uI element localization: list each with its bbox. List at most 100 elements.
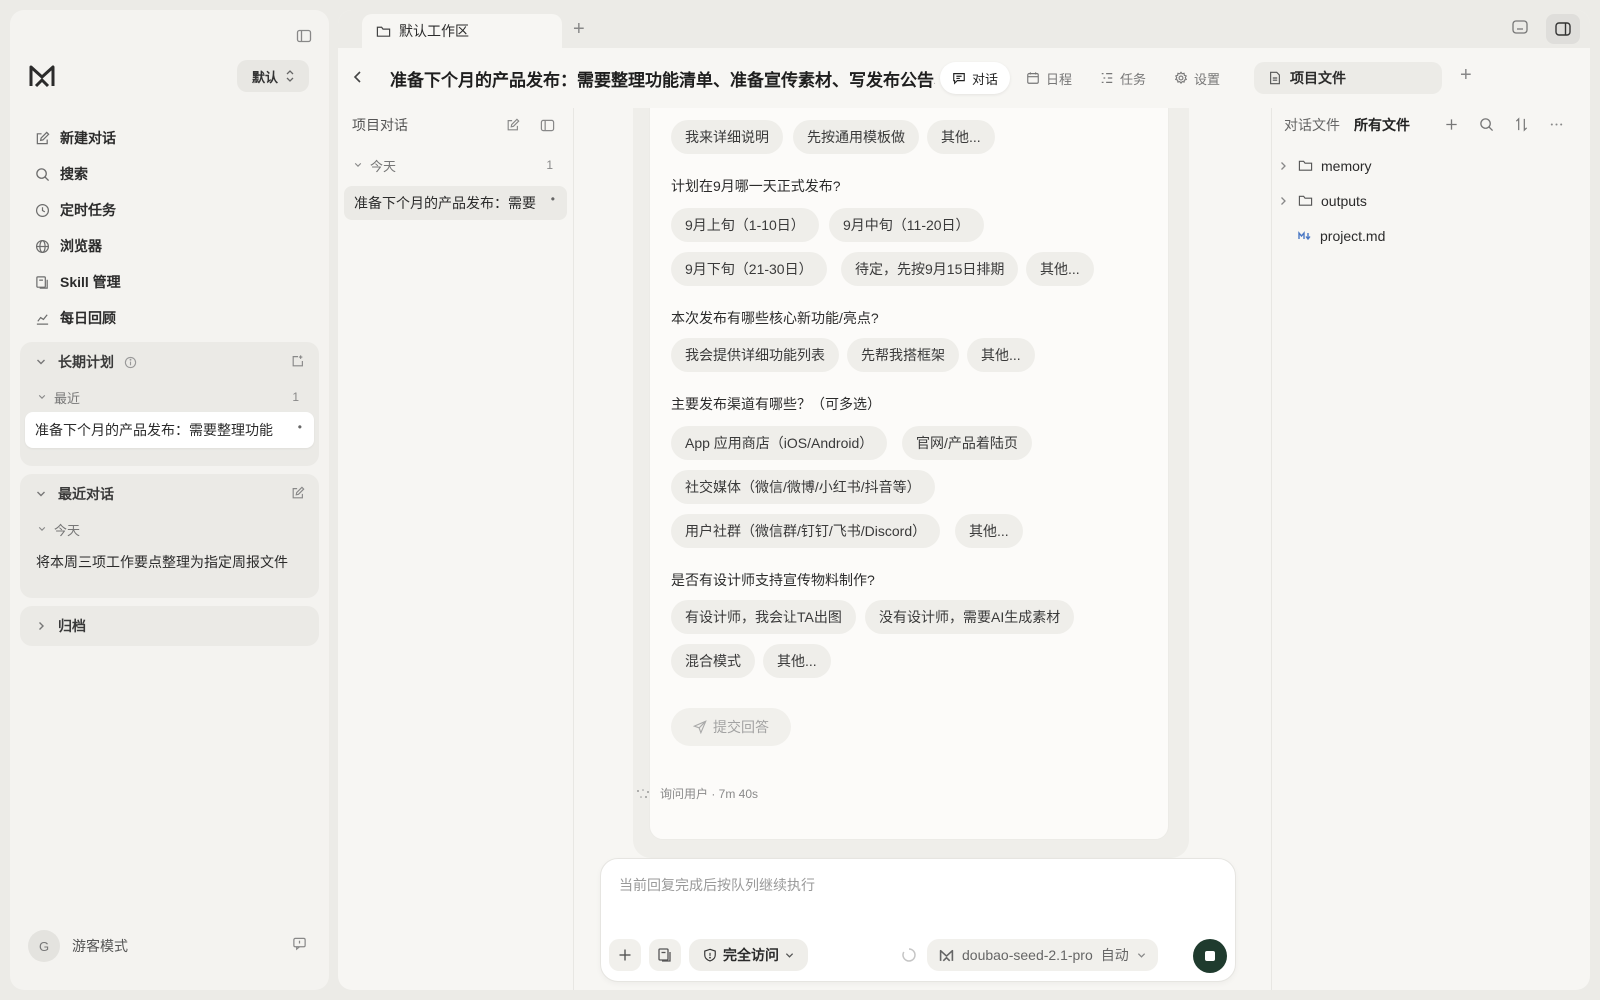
- new-chat-icon[interactable]: [506, 118, 520, 132]
- guest-mode[interactable]: G 游客模式: [28, 930, 128, 962]
- option-chip[interactable]: 先按通用模板做: [793, 120, 919, 154]
- minimize-window-icon[interactable]: [1511, 18, 1529, 36]
- new-plan-icon[interactable]: [291, 354, 305, 368]
- project-files-panel: 对话文件 所有文件 memory outputs project.md: [1271, 108, 1590, 990]
- add-tab-button[interactable]: +: [573, 18, 585, 41]
- tab-chat[interactable]: 对话: [940, 62, 1011, 94]
- tree-folder-memory[interactable]: memory: [1278, 148, 1385, 183]
- workspace-select[interactable]: 默认: [237, 60, 309, 92]
- add-file-icon[interactable]: [1444, 117, 1459, 132]
- nav-scheduled-tasks[interactable]: 定时任务: [24, 192, 314, 228]
- tab-calendar[interactable]: 日程: [1014, 62, 1084, 94]
- tree-folder-outputs[interactable]: outputs: [1278, 183, 1385, 218]
- option-chip[interactable]: 待定，先按9月15日排期: [841, 252, 1019, 286]
- archive-section[interactable]: 归档: [20, 606, 319, 646]
- tab-bar: 默认工作区 +: [338, 10, 1590, 48]
- feedback-icon[interactable]: [292, 936, 307, 951]
- view-tabs: 对话 日程 任务 设置: [940, 60, 1232, 96]
- access-mode-select[interactable]: 完全访问: [689, 939, 808, 971]
- option-chip[interactable]: 混合模式: [671, 644, 755, 678]
- option-chip[interactable]: 我来详细说明: [671, 120, 783, 154]
- skill-button[interactable]: [649, 939, 681, 971]
- app-logo-icon: [28, 62, 58, 92]
- long-term-plan-section: 长期计划 最近 1 准备下个月的产品发布：需要整理功能 •: [20, 342, 319, 466]
- sort-icon[interactable]: [1514, 117, 1529, 132]
- option-chip[interactable]: 我会提供详细功能列表: [671, 338, 839, 372]
- folder-name: outputs: [1321, 192, 1367, 209]
- nav-browser[interactable]: 浏览器: [24, 228, 314, 264]
- section-title: 最近对话: [58, 486, 114, 502]
- option-chip[interactable]: 先帮我搭框架: [847, 338, 959, 372]
- tree-file-project-md[interactable]: project.md: [1278, 218, 1385, 253]
- add-panel-button[interactable]: +: [1460, 64, 1472, 87]
- option-chip[interactable]: 9月中旬（11-20日）: [829, 208, 984, 242]
- recent-conversation-item[interactable]: 将本周三项工作要点整理为指定周报文件: [20, 544, 319, 580]
- today-subheader[interactable]: 今天: [20, 514, 319, 544]
- more-icon[interactable]: [1549, 117, 1564, 132]
- file-icon: [1268, 71, 1282, 85]
- nav-new-chat[interactable]: 新建对话: [24, 120, 314, 156]
- recent-subheader[interactable]: 最近 1: [20, 382, 319, 412]
- section-title: 归档: [58, 618, 86, 634]
- chat-area: 我来详细说明 先按通用模板做 其他... 计划在9月哪一天正式发布? 9月上旬（…: [574, 108, 1246, 990]
- option-chip[interactable]: 其他...: [927, 120, 995, 154]
- tab-workspace[interactable]: 默认工作区: [362, 14, 562, 48]
- add-attachment-button[interactable]: [609, 939, 641, 971]
- tab-all-files[interactable]: 所有文件: [1354, 115, 1410, 135]
- option-chip[interactable]: 用户社群（微信群/钉钉/飞书/Discord）: [671, 514, 941, 548]
- tab-label: 对话: [972, 71, 999, 87]
- question-channels: 主要发布渠道有哪些？（可多选）: [671, 396, 881, 412]
- send-icon: [693, 720, 707, 734]
- sparkle-icon: [636, 788, 652, 800]
- folder-icon: [376, 24, 391, 39]
- model-select[interactable]: doubao-seed-2.1-pro 自动: [927, 939, 1158, 971]
- long-term-plan-item[interactable]: 准备下个月的产品发布：需要整理功能 •: [25, 412, 314, 448]
- collapse-panel-icon[interactable]: [540, 118, 555, 133]
- toggle-panel-icon[interactable]: [1546, 14, 1580, 44]
- nav-skill-manage[interactable]: Skill 管理: [24, 264, 314, 300]
- tab-label: 项目文件: [1290, 70, 1346, 86]
- option-chip[interactable]: 其他...: [955, 514, 1023, 548]
- tab-tasks[interactable]: 任务: [1088, 62, 1158, 94]
- project-conversation-item[interactable]: 准备下个月的产品发布：需要 •: [344, 186, 567, 220]
- composer-input[interactable]: 当前回复完成后按队列继续执行: [619, 875, 815, 895]
- option-chip[interactable]: 9月下旬（21-30日）: [671, 252, 827, 286]
- tab-label: 默认工作区: [399, 23, 469, 39]
- tab-settings[interactable]: 设置: [1162, 62, 1232, 94]
- option-chip[interactable]: 其他...: [1026, 252, 1094, 286]
- today-subheader[interactable]: 今天 1: [338, 150, 573, 180]
- option-chip[interactable]: 其他...: [763, 644, 831, 678]
- info-icon[interactable]: [124, 356, 137, 369]
- chat-icon: [952, 71, 966, 85]
- chevron-down-icon: [38, 393, 46, 401]
- long-term-plan-header[interactable]: 长期计划: [20, 342, 319, 382]
- submit-label: 提交回答: [713, 719, 769, 735]
- file-tree: memory outputs project.md: [1278, 148, 1385, 253]
- left-sidebar: 默认 新建对话 搜索 定时任务 浏览器 Skill 管理 每日回顾 长期计划 最…: [10, 10, 329, 990]
- tab-project-files[interactable]: 项目文件: [1254, 62, 1442, 94]
- sidebar-toggle-icon[interactable]: [292, 24, 316, 48]
- option-chip[interactable]: 9月上旬（1-10日）: [671, 208, 819, 242]
- access-label: 完全访问: [723, 947, 779, 963]
- option-chip[interactable]: 社交媒体（微信/微博/小红书/抖音等）: [671, 470, 935, 504]
- nav-search[interactable]: 搜索: [24, 156, 314, 192]
- subheader-label: 今天: [370, 158, 397, 174]
- option-chip[interactable]: 有设计师，我会让TA出图: [671, 600, 856, 634]
- option-chip[interactable]: App 应用商店（iOS/Android）: [671, 426, 888, 460]
- tab-conversation-files[interactable]: 对话文件: [1284, 115, 1340, 135]
- search-icon[interactable]: [1479, 117, 1494, 132]
- recent-conversations-header[interactable]: 最近对话: [20, 474, 319, 514]
- archive-header[interactable]: 归档: [20, 606, 319, 646]
- option-chip[interactable]: 其他...: [967, 338, 1035, 372]
- submit-answers-button[interactable]: 提交回答: [671, 708, 791, 746]
- option-chip[interactable]: 官网/产品着陆页: [902, 426, 1032, 460]
- new-chat-icon[interactable]: [291, 486, 305, 500]
- search-icon: [34, 166, 50, 182]
- question-designer: 是否有设计师支持宣传物料制作?: [671, 572, 875, 588]
- option-chip[interactable]: 没有设计师，需要AI生成素材: [865, 600, 1075, 634]
- nav-label: 搜索: [60, 166, 88, 182]
- back-icon[interactable]: [352, 70, 364, 84]
- stop-generation-button[interactable]: [1193, 939, 1227, 973]
- subheader-label: 今天: [54, 522, 81, 538]
- nav-daily-review[interactable]: 每日回顾: [24, 300, 314, 336]
